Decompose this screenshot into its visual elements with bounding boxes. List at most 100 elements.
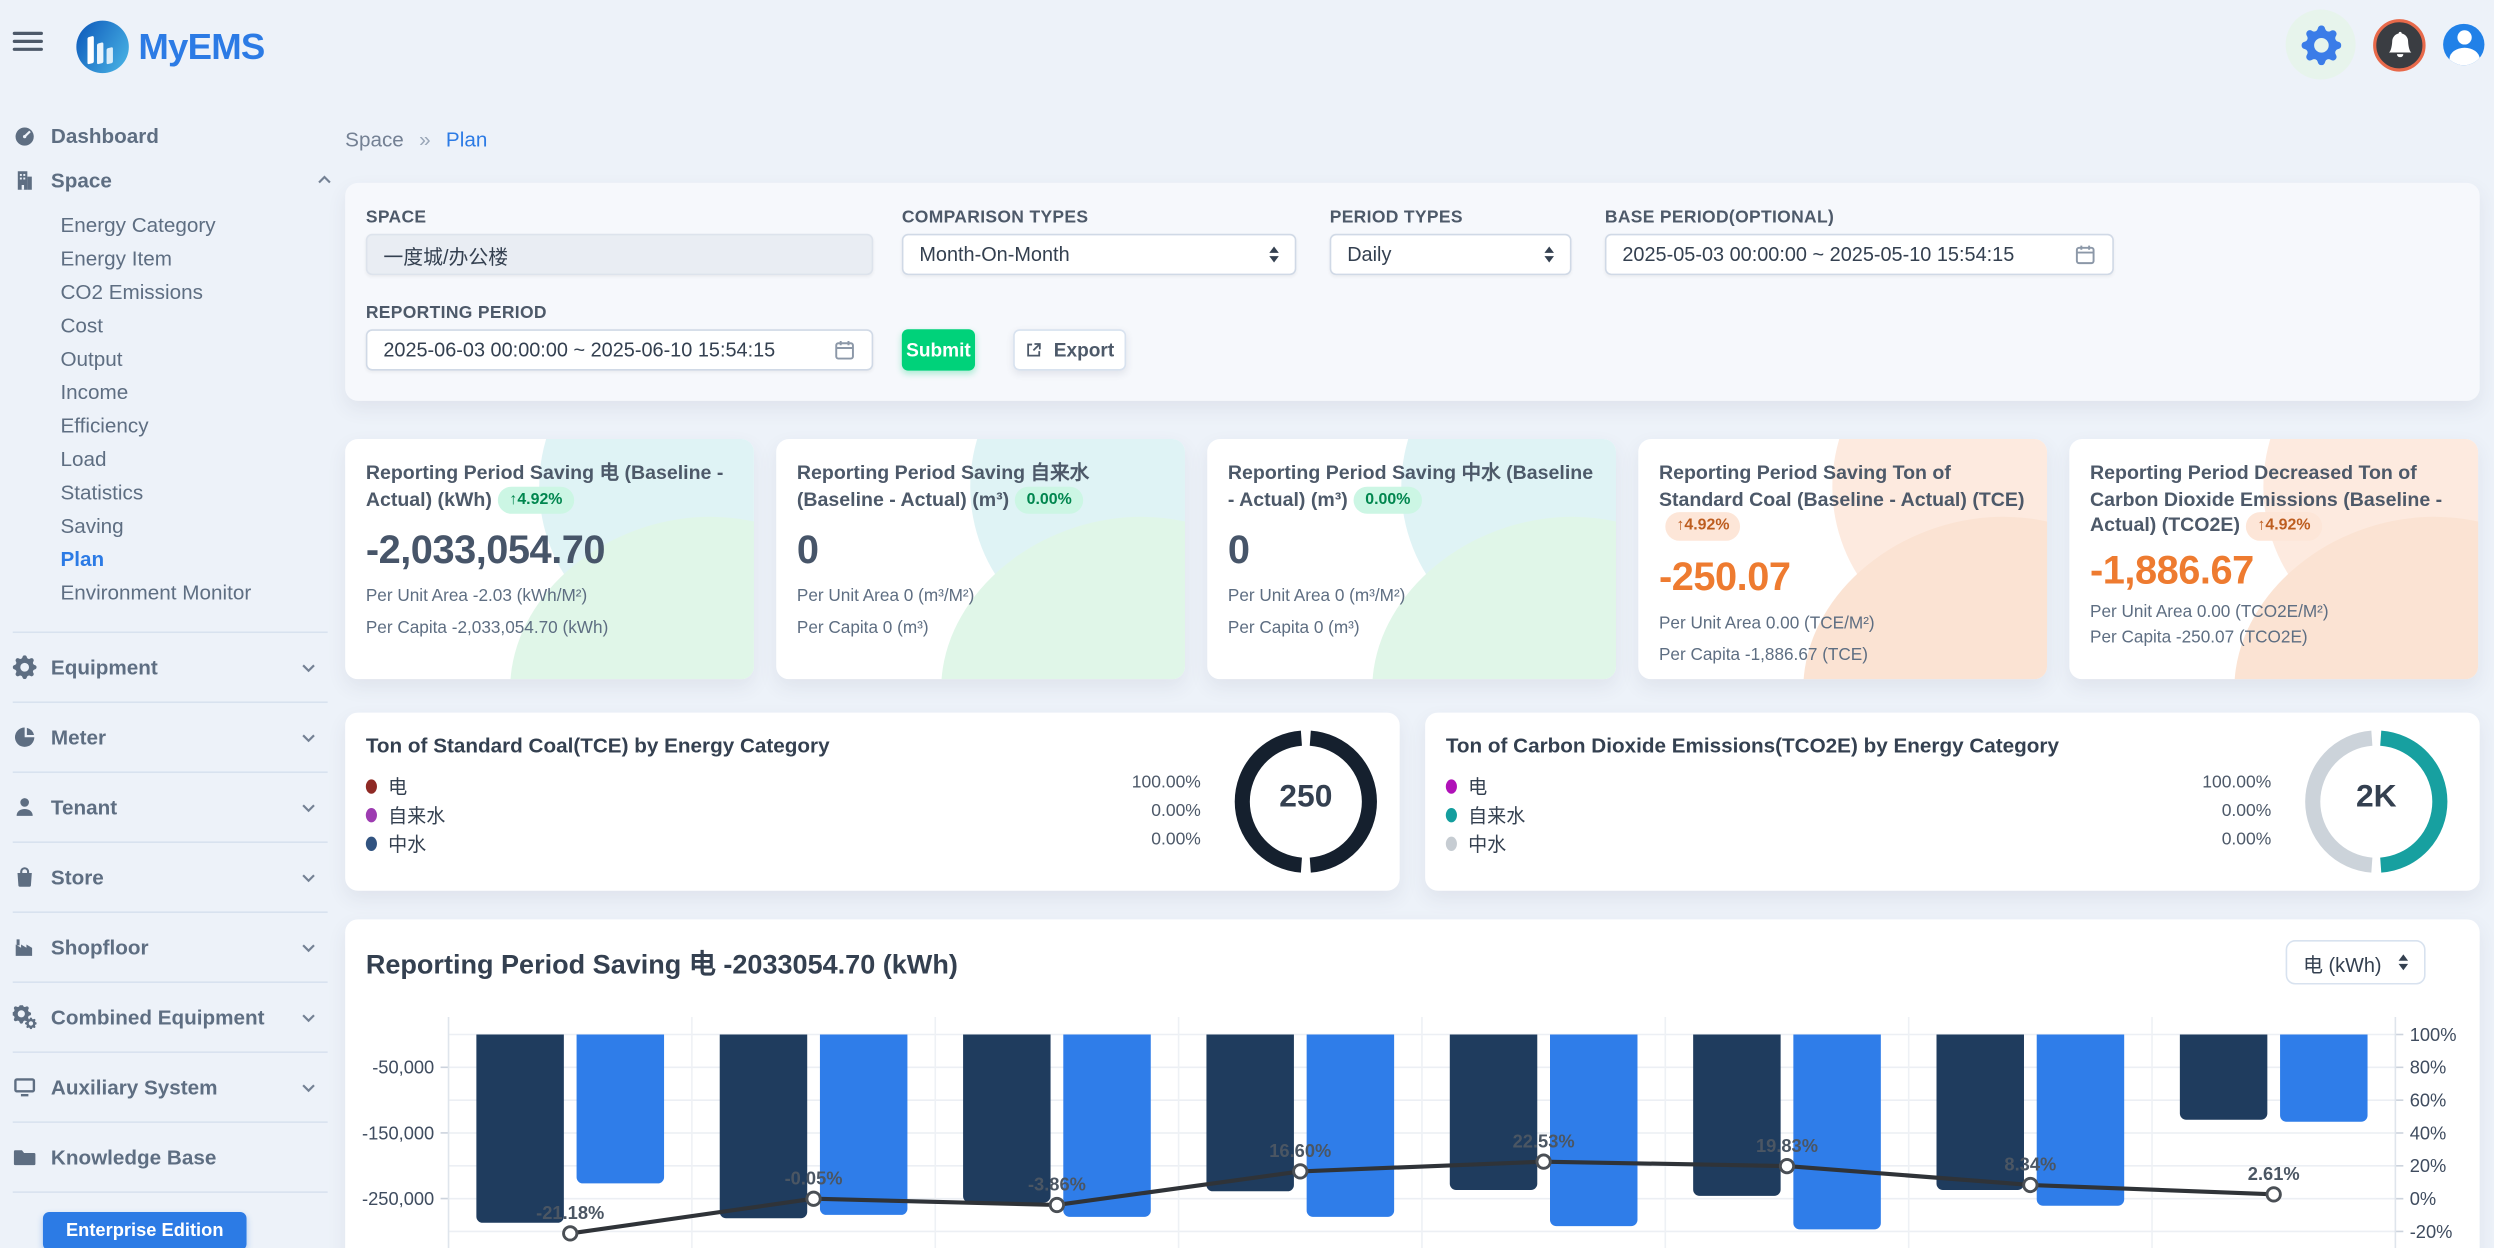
sidebar-item-label: Store — [51, 865, 285, 889]
sidebar-item-store[interactable]: Store — [13, 841, 328, 911]
user-avatar[interactable] — [2443, 24, 2484, 65]
stat-card-value: -2,033,054.70 — [366, 528, 733, 574]
period-types-select[interactable]: Daily — [1330, 234, 1572, 275]
stat-card-title: Reporting Period Decreased Ton of Carbon… — [2090, 460, 2457, 541]
legend-percentages: 100.00%0.00%0.00% — [2176, 768, 2271, 854]
sidebar-item-label: Combined Equipment — [51, 1005, 285, 1029]
svg-text:20%: 20% — [2410, 1155, 2447, 1176]
main-content: Space » Plan SPACE 一度城/办公楼 COMPARISON TY… — [344, 75, 2494, 1248]
select-arrows-icon — [1544, 247, 1554, 263]
sidebar-item-tenant[interactable]: Tenant — [13, 771, 328, 841]
svg-text:16.60%: 16.60% — [1269, 1140, 1331, 1161]
svg-text:-0.05%: -0.05% — [785, 1167, 843, 1188]
notifications-button[interactable] — [2373, 18, 2425, 70]
sidebar-item-cost[interactable]: Cost — [60, 309, 343, 342]
stat-card-value: 0 — [1228, 528, 1595, 574]
sidebar-item-plan[interactable]: Plan — [60, 542, 343, 575]
comparison-types-select[interactable]: Month-On-Month — [902, 234, 1296, 275]
stat-card-value: 0 — [797, 528, 1164, 574]
legend-dot — [1446, 836, 1457, 850]
stat-card-title: Reporting Period Saving 自来水 (Baseline - … — [797, 460, 1164, 514]
monitor-icon — [13, 1075, 37, 1099]
breadcrumb-plan: Plan — [446, 127, 487, 151]
energy-unit-value: 电 (kWh) — [2303, 947, 2389, 977]
sidebar-item-efficiency[interactable]: Efficiency — [60, 409, 343, 442]
bell-icon — [2387, 32, 2412, 57]
sidebar-item-saving[interactable]: Saving — [60, 509, 343, 542]
sidebar-item-shopfloor[interactable]: Shopfloor — [13, 911, 328, 981]
stat-card-tco2e: Reporting Period Decreased Ton of Carbon… — [2069, 439, 2478, 679]
sidebar-item-combined-equipment[interactable]: Combined Equipment — [13, 981, 328, 1051]
trend-badge: ↑4.92% — [1665, 512, 1740, 540]
building-icon — [13, 168, 37, 192]
sidebar-item-dashboard[interactable]: Dashboard — [13, 113, 344, 158]
space-input-value: 一度城/办公楼 — [383, 239, 855, 269]
breadcrumb: Space » Plan — [345, 127, 487, 151]
stat-card-value: -1,886.67 — [2090, 548, 2457, 594]
sidebar-item-label: Space — [51, 168, 301, 192]
chevron-down-icon — [299, 868, 318, 887]
svg-text:8.34%: 8.34% — [2004, 1154, 2056, 1175]
sidebar-item-label: Auxiliary System — [51, 1075, 285, 1099]
legend-dot — [366, 807, 377, 821]
sidebar-item-meter[interactable]: Meter — [13, 701, 328, 771]
svg-text:19.83%: 19.83% — [1756, 1135, 1818, 1156]
sidebar-item-equipment[interactable]: Equipment — [13, 631, 328, 701]
base-period-input[interactable]: 2025-05-03 00:00:00 ~ 2025-05-10 15:54:1… — [1605, 234, 2114, 275]
saving-chart-card: Reporting Period Saving 电 -2033054.70 (k… — [345, 919, 2480, 1248]
svg-text:80%: 80% — [2410, 1057, 2447, 1078]
submit-button[interactable]: Submit — [902, 329, 975, 370]
legend-dot — [366, 779, 377, 793]
svg-text:-150,000: -150,000 — [362, 1122, 434, 1143]
sidebar-item-co2-emissions[interactable]: CO2 Emissions — [60, 275, 343, 308]
top-navbar: MyEMS — [0, 0, 2494, 75]
base-period-value: 2025-05-03 00:00:00 ~ 2025-05-10 15:54:1… — [1622, 243, 2074, 265]
donut-total: 250 — [1226, 779, 1385, 816]
base-period-label: BASE PERIOD(OPTIONAL) — [1605, 208, 1834, 227]
breadcrumb-space[interactable]: Space — [345, 127, 404, 151]
chevron-up-icon — [315, 170, 334, 189]
enterprise-edition-button[interactable]: Enterprise Edition — [43, 1212, 247, 1248]
chevron-down-icon — [299, 1078, 318, 1097]
sidebar-item-label: Equipment — [51, 655, 285, 679]
sidebar-item-energy-item[interactable]: Energy Item — [60, 242, 343, 275]
myems-logo[interactable]: MyEMS — [76, 21, 264, 73]
svg-text:22.53%: 22.53% — [1513, 1130, 1575, 1151]
logo-mark-icon — [76, 21, 128, 73]
sidebar-item-energy-category[interactable]: Energy Category — [60, 208, 343, 241]
sidebar-item-income[interactable]: Income — [60, 375, 343, 408]
export-button[interactable]: Export — [1013, 329, 1126, 370]
select-arrows-icon — [2399, 954, 2409, 970]
stat-card-title: Reporting Period Saving Ton of Standard … — [1659, 460, 2026, 541]
sidebar-item-knowledge-base[interactable]: Knowledge Base — [13, 1121, 328, 1191]
chevron-down-icon — [299, 1008, 318, 1027]
svg-text:-250,000: -250,000 — [362, 1188, 434, 1209]
legend-percentages: 100.00%0.00%0.00% — [1105, 768, 1200, 854]
sidebar-item-output[interactable]: Output — [60, 342, 343, 375]
sidebar-item-statistics[interactable]: Statistics — [60, 476, 343, 509]
sidebar-item-environment-monitor[interactable]: Environment Monitor — [60, 576, 343, 609]
hamburger-menu-icon[interactable] — [13, 32, 43, 53]
stat-card-reclaimed-water: Reporting Period Saving 中水 (Baseline - A… — [1207, 439, 1616, 679]
gear-icon — [13, 655, 37, 679]
chevron-down-icon — [299, 938, 318, 957]
svg-text:40%: 40% — [2410, 1122, 2447, 1143]
svg-text:60%: 60% — [2410, 1090, 2447, 1111]
sidebar-item-label: Shopfloor — [51, 935, 285, 959]
per-unit-area: Per Unit Area 0.00 (TCO2E/M²) — [2090, 602, 2457, 621]
per-unit-area: Per Unit Area 0.00 (TCE/M²) — [1659, 613, 2026, 632]
settings-button[interactable] — [2286, 10, 2356, 80]
trend-badge: ↑4.92% — [2246, 512, 2321, 540]
space-input[interactable]: 一度城/办公楼 — [366, 234, 873, 275]
sidebar-item-space[interactable]: Space — [13, 157, 344, 202]
energy-unit-select[interactable]: 电 (kWh) — [2286, 940, 2426, 985]
sidebar-item-label: Dashboard — [51, 123, 344, 147]
gear-icon — [2301, 25, 2341, 65]
reporting-period-input[interactable]: 2025-06-03 00:00:00 ~ 2025-06-10 15:54:1… — [366, 329, 873, 370]
legend-dot — [1446, 779, 1457, 793]
calendar-icon — [833, 339, 855, 361]
sidebar-item-auxiliary-system[interactable]: Auxiliary System — [13, 1051, 328, 1121]
per-capita: Per Capita 0 (m³) — [1228, 619, 1595, 638]
sidebar-item-load[interactable]: Load — [60, 442, 343, 475]
legend-dot — [366, 836, 377, 850]
